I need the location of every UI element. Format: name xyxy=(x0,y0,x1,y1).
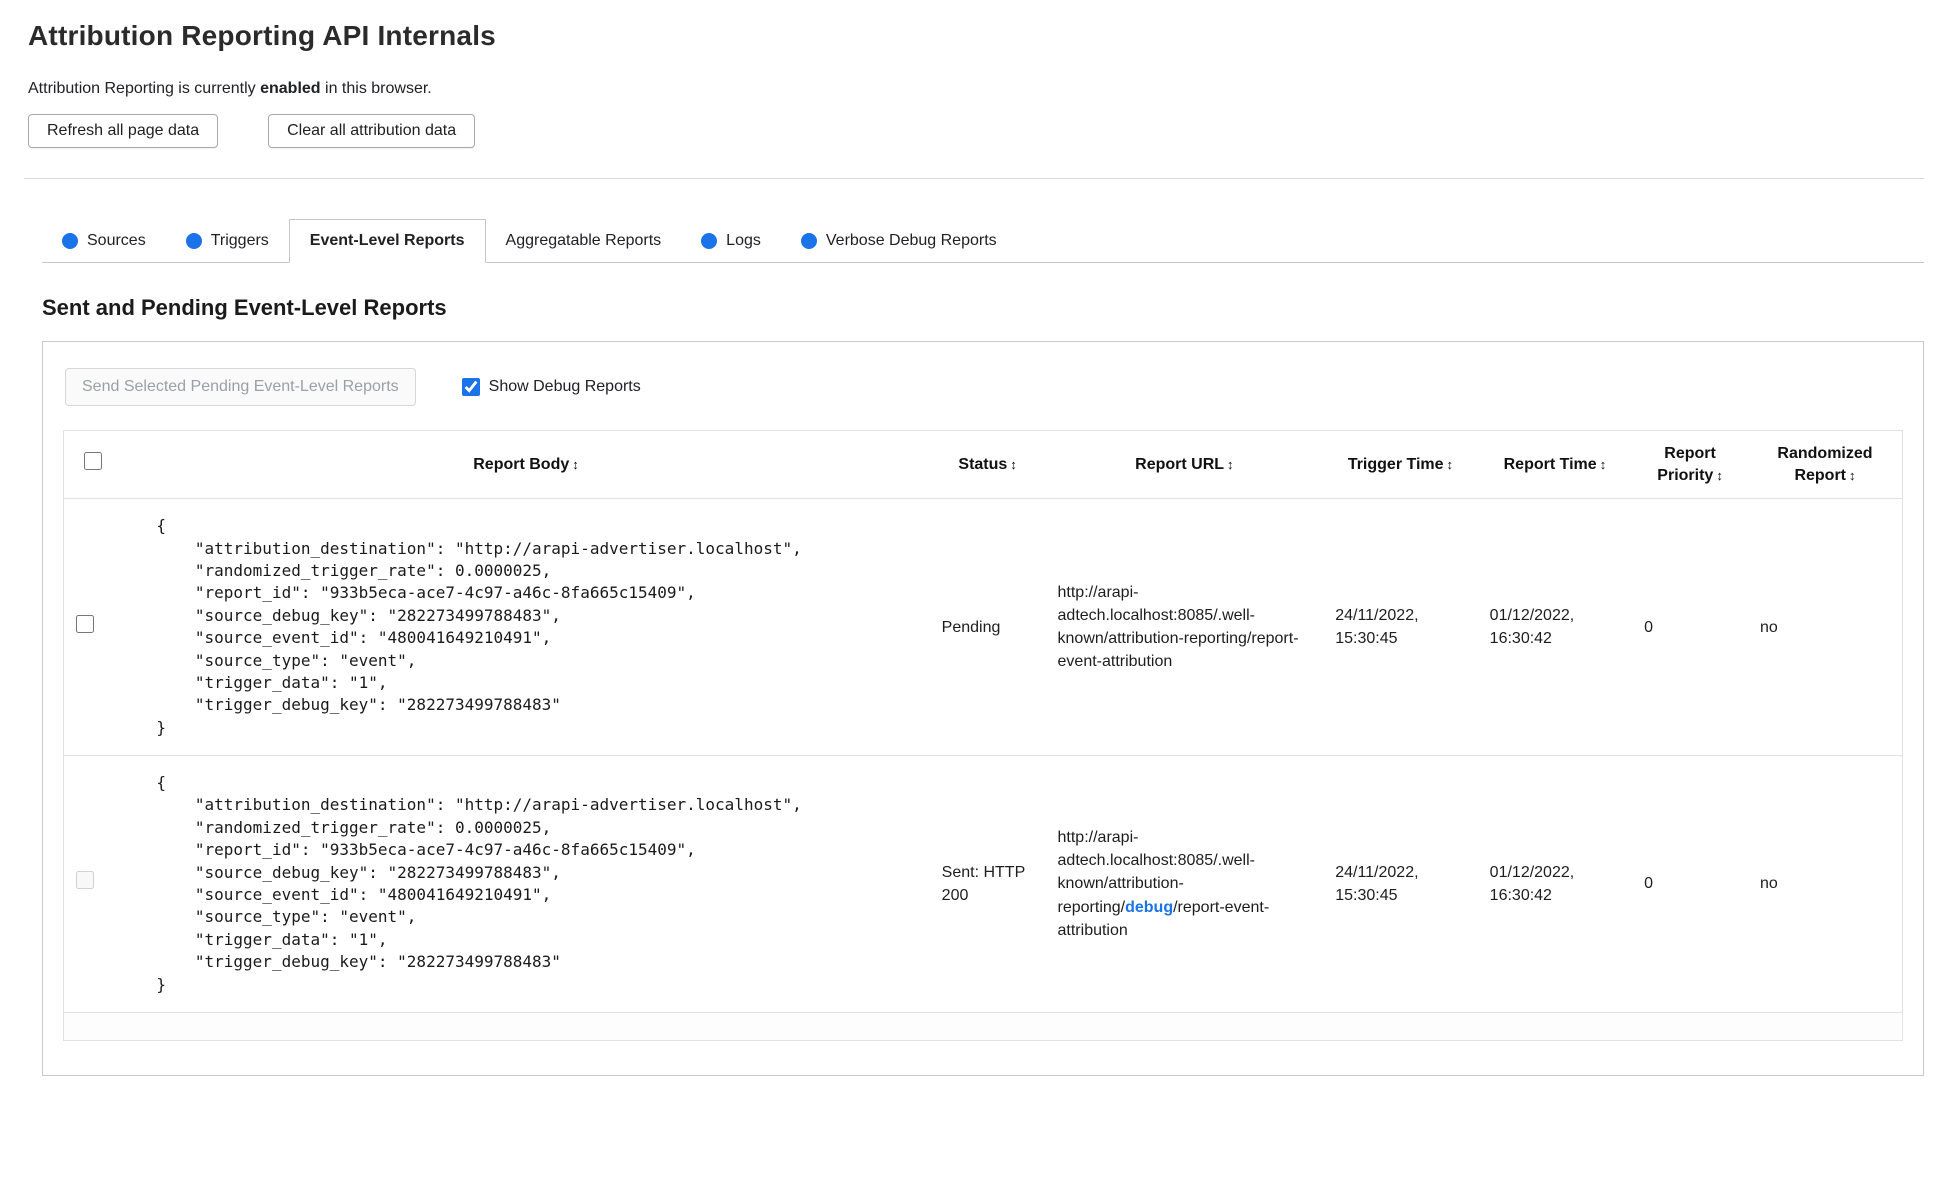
table-footer-row xyxy=(63,1012,1903,1041)
tab-logs[interactable]: Logs xyxy=(681,220,781,262)
column-header-randomized-report[interactable]: Randomized Report ↕ xyxy=(1748,431,1903,499)
tab-event-level-reports[interactable]: Event-Level Reports xyxy=(288,219,486,263)
clear-all-attribution-data-button[interactable]: Clear all attribution data xyxy=(268,114,476,148)
status-prefix: Attribution Reporting is currently xyxy=(28,80,261,97)
trigger-time-cell: 24/11/2022, 15:30:45 xyxy=(1335,606,1419,648)
event-level-reports-panel: Send Selected Pending Event-Level Report… xyxy=(42,341,1924,1076)
column-header-status[interactable]: Status ↕ xyxy=(930,431,1046,499)
column-label: Trigger Time xyxy=(1347,455,1444,473)
feature-status-text: Attribution Reporting is currently enabl… xyxy=(28,80,1924,98)
column-label: Report URL xyxy=(1135,455,1225,473)
blue-dot-icon xyxy=(800,233,817,249)
tab-triggers[interactable]: Triggers xyxy=(166,220,289,262)
sort-icon: ↕ xyxy=(1446,456,1454,472)
status-suffix: in this browser. xyxy=(320,80,432,97)
horizontal-divider xyxy=(24,178,1924,179)
tab-label: Event-Level Reports xyxy=(309,232,465,249)
report-body-cell: { "attribution_destination": "http://ara… xyxy=(122,756,929,1013)
report-body-json: { "attribution_destination": "http://ara… xyxy=(156,773,802,994)
send-selected-pending-reports-button[interactable]: Send Selected Pending Event-Level Report… xyxy=(65,368,416,406)
show-debug-reports-label: Show Debug Reports xyxy=(488,378,641,395)
tab-label: Sources xyxy=(87,232,146,249)
tab-sources[interactable]: Sources xyxy=(42,220,166,262)
sort-icon: ↕ xyxy=(1599,456,1607,472)
report-time-cell: 01/12/2022, 16:30:42 xyxy=(1489,863,1575,905)
report-url-cell: http://arapi-adtech.localhost:8085/.well… xyxy=(1046,499,1324,756)
column-label: Report Priority xyxy=(1657,445,1716,484)
column-header-report-body[interactable]: Report Body ↕ xyxy=(122,431,929,499)
show-debug-reports-toggle[interactable]: Show Debug Reports xyxy=(461,378,641,396)
sort-icon: ↕ xyxy=(1010,456,1017,472)
row-checkbox-cell xyxy=(64,499,123,756)
report-body-cell: { "attribution_destination": "http://ara… xyxy=(122,499,929,756)
tab-label: Logs xyxy=(726,232,761,249)
report-body-json: { "attribution_destination": "http://ara… xyxy=(156,516,802,737)
debug-path-highlight: debug xyxy=(1125,898,1174,916)
column-label: Status xyxy=(958,455,1008,473)
column-label: Report Body xyxy=(473,455,570,473)
blue-dot-icon xyxy=(701,233,718,249)
column-label: Randomized Report xyxy=(1777,445,1873,484)
randomized-report-cell: no xyxy=(1759,875,1778,893)
status-enabled-emphasis: enabled xyxy=(260,80,321,97)
column-header-trigger-time[interactable]: Trigger Time ↕ xyxy=(1323,431,1477,499)
row-select-checkbox[interactable] xyxy=(76,614,94,633)
tab-label: Aggregatable Reports xyxy=(505,232,662,249)
column-header-report-time[interactable]: Report Time ↕ xyxy=(1478,431,1632,499)
section-heading: Sent and Pending Event-Level Reports xyxy=(42,295,447,320)
table-header-row: Report Body ↕ Status ↕ Report URL ↕ Trigger… xyxy=(63,431,1903,499)
header-checkbox-cell xyxy=(64,431,123,499)
panel-controls: Send Selected Pending Event-Level Report… xyxy=(65,368,1903,406)
select-all-checkbox[interactable] xyxy=(84,452,103,471)
top-button-row: Refresh all page data Clear all attribut… xyxy=(28,114,1924,148)
report-status-cell: Sent: HTTP 200 xyxy=(941,863,1025,905)
sort-icon: ↕ xyxy=(1849,467,1856,483)
tab-verbose-debug-reports[interactable]: Verbose Debug Reports xyxy=(781,220,1017,262)
page-title: Attribution Reporting API Internals xyxy=(28,20,496,51)
column-header-report-priority[interactable]: Report Priority ↕ xyxy=(1632,431,1748,499)
report-url-cell: http://arapi-adtech.localhost:8085/.well… xyxy=(1046,756,1324,1013)
blue-dot-icon xyxy=(185,233,202,249)
show-debug-reports-checkbox[interactable] xyxy=(461,378,480,396)
blue-dot-icon xyxy=(62,233,78,249)
report-row-pending: { "attribution_destination": "http://ara… xyxy=(63,499,1903,756)
report-status-cell: Pending xyxy=(941,618,1001,636)
report-row-sent: { "attribution_destination": "http://ara… xyxy=(63,756,1903,1013)
row-checkbox-cell xyxy=(64,756,123,1013)
event-level-reports-table: Report Body ↕ Status ↕ Report URL ↕ Trigger… xyxy=(63,430,1903,1041)
report-priority-cell: 0 xyxy=(1644,618,1654,636)
column-label: Report Time xyxy=(1503,455,1597,473)
report-priority-cell: 0 xyxy=(1644,875,1654,893)
tab-label: Triggers xyxy=(210,232,269,249)
report-time-cell: 01/12/2022, 16:30:42 xyxy=(1489,606,1575,648)
tab-bar: Sources Triggers Event-Level Reports Agg… xyxy=(42,219,1924,263)
refresh-all-page-data-button[interactable]: Refresh all page data xyxy=(28,114,219,148)
sort-icon: ↕ xyxy=(1227,456,1234,472)
trigger-time-cell: 24/11/2022, 15:30:45 xyxy=(1335,863,1419,905)
sort-icon: ↕ xyxy=(1716,467,1723,483)
sort-icon: ↕ xyxy=(572,456,579,472)
table-footer-empty xyxy=(63,1012,1903,1041)
tab-aggregatable-reports[interactable]: Aggregatable Reports xyxy=(486,220,682,262)
randomized-report-cell: no xyxy=(1759,618,1778,636)
report-url-text: http://arapi-adtech.localhost:8085/.well… xyxy=(1057,583,1299,671)
row-select-checkbox[interactable] xyxy=(76,871,94,890)
column-header-report-url[interactable]: Report URL ↕ xyxy=(1046,431,1324,499)
tab-label: Verbose Debug Reports xyxy=(825,232,997,249)
